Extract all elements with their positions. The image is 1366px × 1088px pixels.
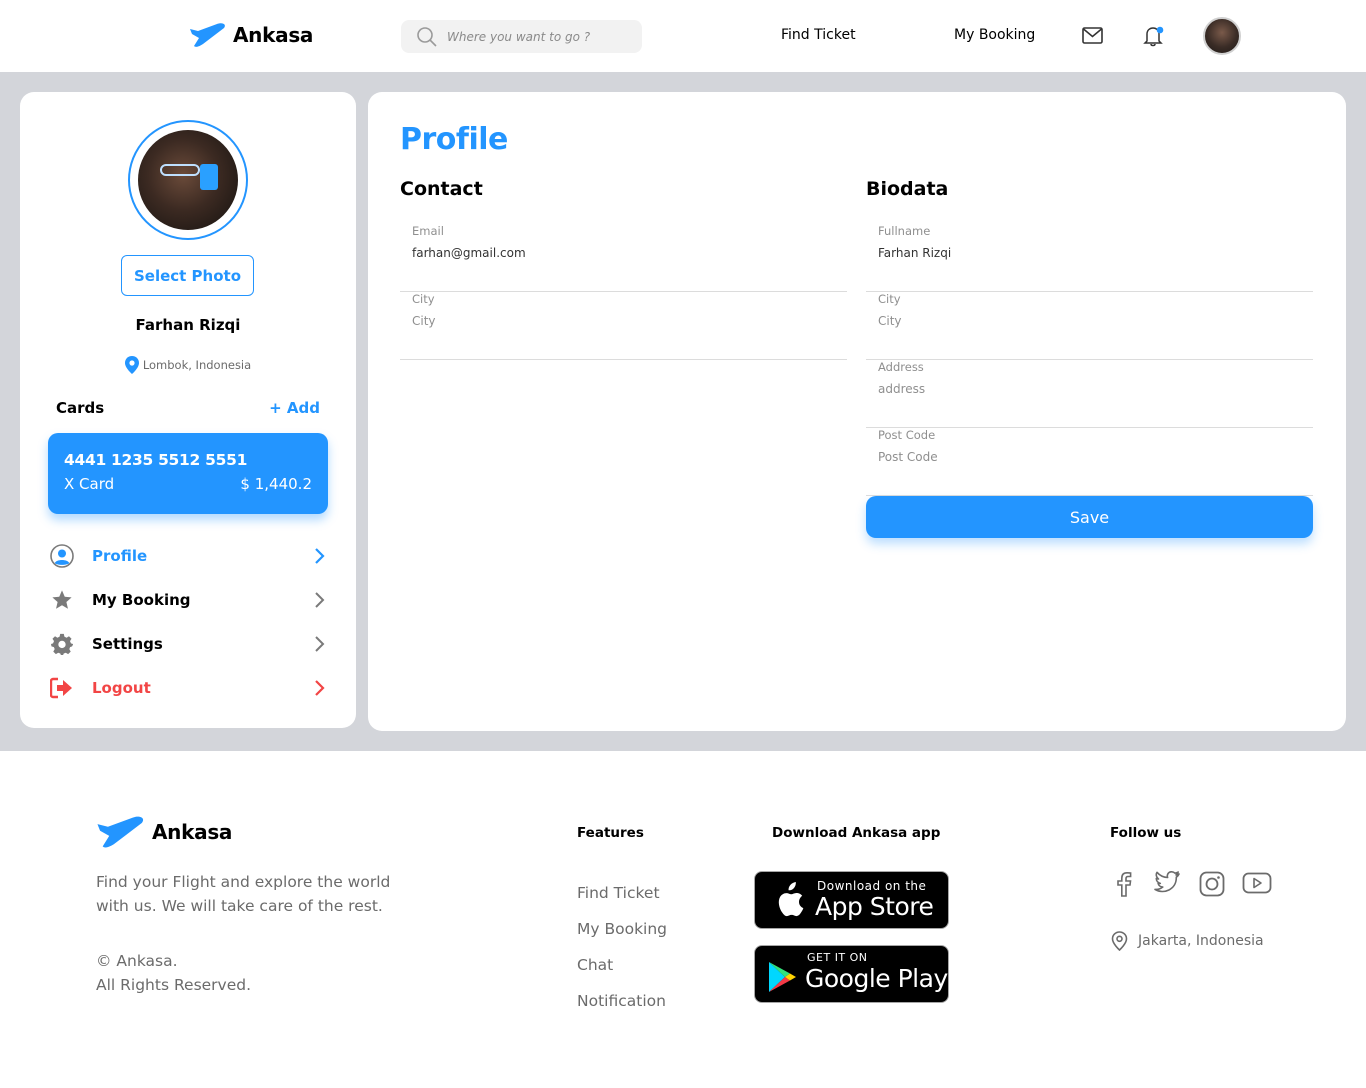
sidebar-item-label: Profile [92,547,148,565]
footer-location-text: Jakarta, Indonesia [1138,933,1264,949]
chevron-right-icon [315,548,325,564]
nav-find-ticket[interactable]: Find Ticket [781,27,856,43]
app-store-badge[interactable]: Download on the App Store [754,871,949,929]
download-heading: Download Ankasa app [772,825,941,841]
contact-city-field: City [400,292,847,360]
profile-form-card: Profile Contact Biodata Email City Fulln… [368,92,1346,731]
sidebar-item-logout[interactable]: Logout [50,674,326,702]
sidebar-item-label: My Booking [92,591,191,609]
fullname-label: Fullname [878,224,931,238]
user-location-text: Lombok, Indonesia [142,358,252,372]
cards-heading: Cards [56,399,105,417]
facebook-icon[interactable] [1114,871,1134,897]
biodata-city-field: City [866,292,1313,360]
address-field: Address [866,360,1313,428]
brand-name: Ankasa [152,820,233,844]
email-input[interactable] [412,246,832,260]
user-name: Farhan Rizqi [135,316,241,334]
plane-logo-icon [97,816,144,848]
user-location: Lombok, Indonesia [20,356,356,374]
footer-link-my-booking[interactable]: My Booking [577,920,667,938]
location-pin-icon [124,356,139,374]
biodata-heading: Biodata [866,178,949,200]
gear-icon [50,632,74,656]
address-input[interactable] [878,382,1298,396]
fullname-field: Fullname [866,224,1313,292]
footer-description: Find your Flight and explore the world w… [96,873,391,915]
apple-icon [778,882,804,917]
city-label: City [878,292,901,306]
instagram-icon[interactable] [1199,871,1225,897]
save-button[interactable]: Save [866,496,1313,538]
app-store-big-text: App Store [815,892,934,921]
star-icon [50,588,74,612]
twitter-icon[interactable] [1153,871,1181,895]
card-balance: $ 1,440.2 [240,475,312,493]
user-avatar[interactable] [1203,17,1241,55]
top-navbar: Ankasa Find Ticket My Booking [0,0,1366,72]
email-field: Email [400,224,847,292]
sidebar-item-label: Settings [92,635,163,653]
search-icon [417,26,437,47]
city-label: City [412,292,435,306]
plane-logo-icon [190,23,225,47]
sidebar-item-settings[interactable]: Settings [50,630,326,658]
contact-heading: Contact [400,178,483,200]
sidebar-item-profile[interactable]: Profile [50,542,326,570]
rights-line: All Rights Reserved. [96,976,252,994]
copyright-line: © Ankasa. [96,952,178,970]
google-play-badge[interactable]: GET IT ON Google Play [754,945,949,1003]
sidebar-item-label: Logout [92,679,151,697]
brand-logo[interactable]: Ankasa [189,22,313,48]
contact-city-input[interactable] [412,314,832,328]
add-card-link[interactable]: + Add [269,399,320,417]
footer-link-chat[interactable]: Chat [577,956,613,974]
search-input[interactable] [447,29,627,44]
postcode-label: Post Code [878,428,936,442]
payment-card[interactable]: 4441 1235 5512 5551 X Card $ 1,440.2 [48,433,328,514]
card-type: X Card [64,475,115,493]
search-bar[interactable] [401,20,642,53]
footer-link-find-ticket[interactable]: Find Ticket [577,884,660,902]
features-heading: Features [577,825,644,841]
sidebar-item-my-booking[interactable]: My Booking [50,586,326,614]
email-label: Email [412,224,444,238]
google-play-icon [769,962,796,992]
user-icon [50,544,74,568]
page-title: Profile [400,122,508,157]
postcode-field: Post Code [866,428,1313,496]
google-play-big-text: Google Play [805,964,948,993]
nav-my-booking[interactable]: My Booking [954,27,1035,43]
google-play-small-text: GET IT ON [807,951,868,964]
brand-name: Ankasa [233,23,314,47]
fullname-input[interactable] [878,246,1298,260]
address-label: Address [878,360,924,374]
app-store-small-text: Download on the [817,879,927,893]
chevron-right-icon [315,592,325,608]
mail-icon[interactable] [1082,27,1103,44]
chevron-right-icon [315,680,325,696]
postcode-input[interactable] [878,450,1298,464]
card-number: 4441 1235 5512 5551 [64,451,248,469]
biodata-city-input[interactable] [878,314,1298,328]
select-photo-button[interactable]: Select Photo [121,255,254,296]
footer-copyright: © Ankasa. All Rights Reserved. [96,949,251,997]
location-pin-icon [1111,931,1128,951]
youtube-icon[interactable] [1242,871,1272,895]
profile-avatar [138,130,238,230]
footer-link-notification[interactable]: Notification [577,992,666,1010]
follow-heading: Follow us [1110,825,1182,841]
footer-location: Jakarta, Indonesia [1111,931,1264,951]
footer-logo[interactable]: Ankasa [96,815,232,849]
chevron-right-icon [315,636,325,652]
bell-icon[interactable] [1143,25,1165,47]
logout-icon [50,676,74,700]
profile-sidebar: Select Photo Farhan Rizqi Lombok, Indone… [20,92,356,728]
profile-avatar-ring [128,120,248,240]
footer: Ankasa Find your Flight and explore the … [0,751,1366,1088]
